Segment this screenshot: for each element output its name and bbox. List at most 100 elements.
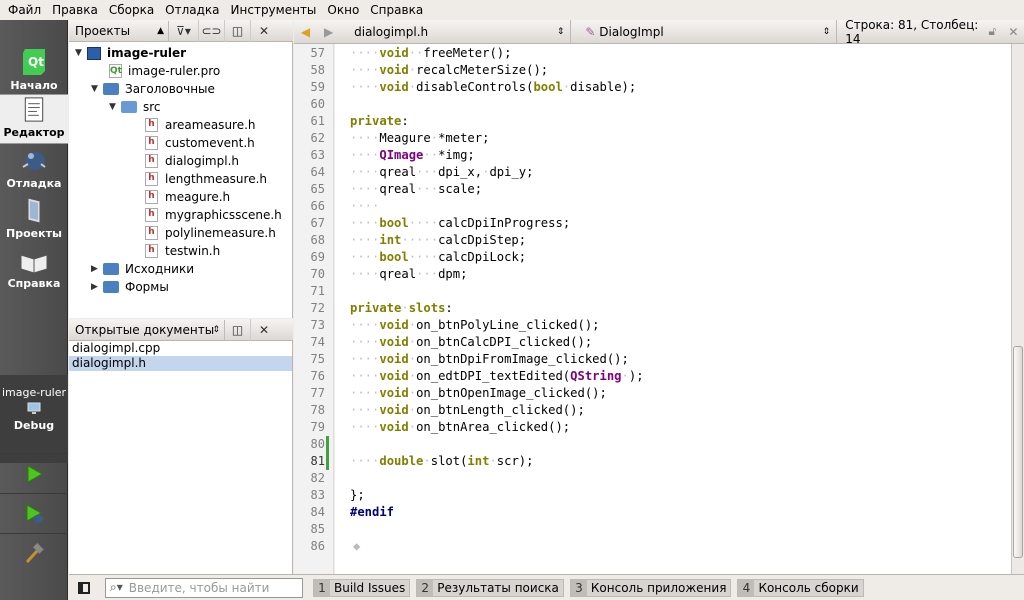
tab-label: Build Issues [334,580,406,595]
link-button[interactable]: ⊂⊃ [199,19,225,42]
code-line: ···· [350,199,380,213]
tree-file-label: testwin.h [165,244,221,258]
mode-projects[interactable]: Проекты [0,194,68,244]
toggle-sidebar-button[interactable] [69,576,99,600]
header-file-icon: h [145,118,158,132]
code-line: ····void·on_btnPolyLine_clicked(); [350,318,600,332]
back-button[interactable]: ◀ [294,20,317,44]
line-number: 83 [310,488,325,502]
tree-file[interactable]: h testwin.h [145,242,220,260]
line-number: 58 [310,63,325,77]
symbol-selector[interactable]: ✎ DialogImpl ⇕ [571,19,838,44]
line-number: 65 [310,182,325,196]
eof-marker: ◆ [353,539,361,553]
open-docs-combo[interactable]: Открытые документы ⇕ [69,319,225,340]
code-line: ····void·on_btnDpiFromImage_clicked(); [350,352,629,366]
run-button[interactable] [0,453,68,493]
tree-file[interactable]: h polylinemeasure.h [145,224,276,242]
menu-build[interactable]: Сборка [105,0,158,20]
tree-item-label: src [143,100,161,114]
tree-item-sources[interactable]: ▶ Исходники [91,260,194,278]
code-line: #endif [350,505,395,519]
line-number: 67 [310,216,325,230]
code-line: ····qreal···dpi_x,·dpi_y; [350,165,534,179]
code-line: ····bool····calcDpiLock; [350,250,527,264]
menu-debug[interactable]: Отладка [161,0,223,20]
project-icon [87,46,101,60]
status-bar: ⌕▾ Введите, чтобы найти 1 Build Issues 2 Ре… [69,574,1024,600]
tree-file-label: meagure.h [165,190,231,204]
back-arrow-icon: ◀ [300,24,311,39]
tree-file-label: customevent.h [165,136,255,150]
menu-edit[interactable]: Правка [48,0,102,20]
file-selector[interactable]: dialogimpl.h ⇕ [340,19,572,44]
tree-file[interactable]: h customevent.h [145,134,255,152]
tree-file-label: dialogimpl.h [165,154,239,168]
scrollbar-thumb[interactable] [1013,346,1023,558]
tree-item-label: Заголовочные [125,82,215,96]
tree-file[interactable]: h areameasure.h [145,116,256,134]
folder-icon [103,281,119,293]
line-number: 59 [310,80,325,94]
sidebar-toggle-icon [78,581,90,594]
open-doc-item-selected[interactable]: dialogimpl.h [69,356,292,371]
build-button[interactable] [0,533,68,573]
combo-arrow-icon: ⇕ [822,26,831,37]
output-tab-build-issues[interactable]: 1 Build Issues [313,578,411,597]
split-button[interactable]: ◫ [225,19,251,42]
tree-file[interactable]: h lengthmeasure.h [145,170,267,188]
line-number: 62 [310,131,325,145]
pro-file-icon: Qt [109,64,122,78]
split-button[interactable]: ◫ [225,318,251,341]
book-icon [20,254,48,274]
menu-file[interactable]: Файл [4,0,45,20]
mode-help[interactable]: Справка [0,244,68,294]
code-line: ····void·disableControls(bool·disable); [350,80,637,94]
filter-button[interactable]: ⊽▾ [169,19,199,42]
line-number: 73 [310,318,325,332]
vertical-scrollbar[interactable] [1011,44,1024,574]
mode-label: Отладка [6,177,62,190]
projects-icon [27,197,41,224]
tree-item-pro[interactable]: Qt image-ruler.pro [109,62,220,80]
debug-run-icon [26,503,43,523]
projects-view-combo[interactable]: Проекты ▲ [69,20,169,41]
line-number: 75 [310,352,325,366]
close-projects-button[interactable]: ✕ [251,20,277,42]
cursor-position: Строка: 81, Столбец: 14 [845,17,979,46]
open-docs-header: Открытые документы ⇕ ◫ ✕ [69,318,293,341]
search-icon: ⌕▾ [110,580,123,594]
tree-file[interactable]: h dialogimpl.h [145,152,239,170]
lock-icon[interactable]: 🔓︎ [982,24,1003,39]
menu-help[interactable]: Справка [366,0,427,20]
debug-run-button[interactable] [0,493,68,533]
tree-item-src[interactable]: ▼ src [109,98,161,116]
mode-editor[interactable]: Редактор [0,94,68,144]
tree-file[interactable]: h mygraphicsscene.h [145,206,282,224]
tree-item-headers[interactable]: ▼ Заголовочные [91,80,215,98]
open-doc-item[interactable]: dialogimpl.cpp [69,341,292,356]
line-number: 76 [310,369,325,383]
code-editor[interactable]: ····void··freeMeter(); ····void·recalcMe… [335,44,1011,574]
menu-tools[interactable]: Инструменты [227,0,321,20]
output-tab-app-console[interactable]: 3 Консоль приложения [569,578,732,597]
output-tab-search-results[interactable]: 2 Результаты поиска [416,578,564,597]
target-selector[interactable]: image-ruler Debug [0,375,68,463]
output-tab-build-console[interactable]: 4 Консоль сборки [737,578,864,597]
tree-item-forms[interactable]: ▶ Формы [91,278,169,296]
mode-debug[interactable]: Отладка [0,144,68,194]
code-line: ····void·on_btnArea_clicked(); [350,420,571,434]
close-docs-button[interactable]: ✕ [251,319,277,341]
close-editor-icon[interactable]: ✕ [1003,25,1024,39]
locator-input[interactable]: ⌕▾ Введите, чтобы найти [105,577,303,598]
tree-file[interactable]: h meagure.h [145,188,230,206]
forward-button[interactable]: ▶ [317,20,340,44]
tree-root[interactable]: ▼ image-ruler [75,44,186,62]
split-icon: ◫ [231,23,244,38]
line-number: 85 [310,522,325,536]
menu-window[interactable]: Окно [323,0,363,20]
collapse-icon: ▼ [75,48,82,58]
mode-label: Начало [10,79,58,92]
mode-welcome[interactable]: Qt Начало [0,46,68,96]
project-tree: ▼ image-ruler Qt image-ruler.pro ▼ Заголово… [69,42,293,318]
